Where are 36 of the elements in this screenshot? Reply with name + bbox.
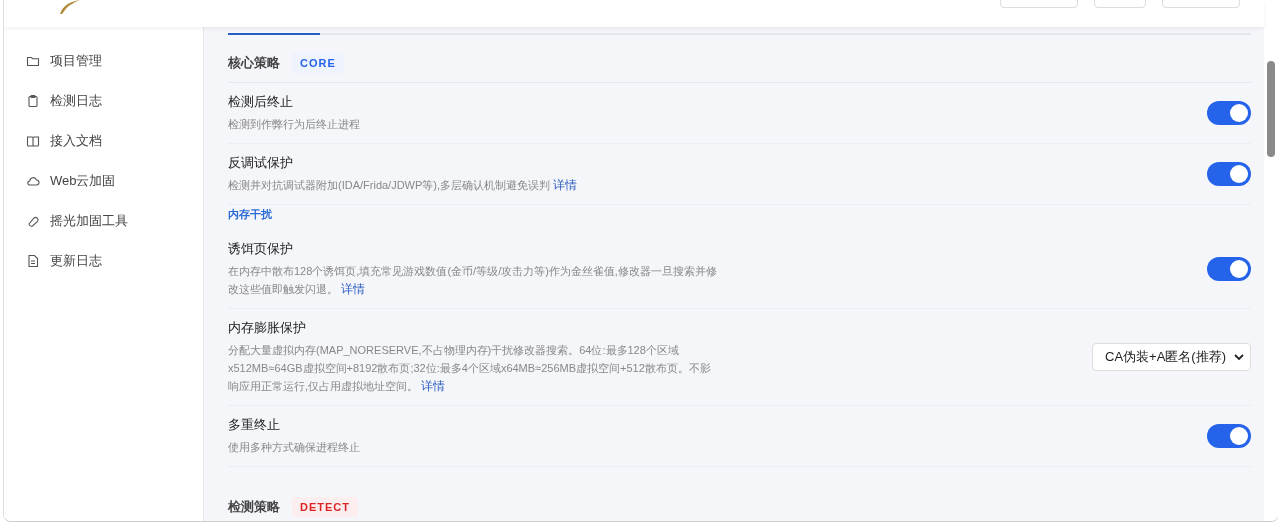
clipboard-icon (26, 94, 40, 108)
section-title: 检测策略 (228, 498, 280, 516)
setting-description: 检测到作弊行为后终止进程 (228, 117, 360, 132)
sidebar-item[interactable]: 摇光加固工具 (4, 201, 203, 241)
toggle-switch[interactable] (1207, 424, 1251, 448)
setting-description: 使用多种方式确保进程终止 (228, 440, 360, 455)
details-link[interactable]: 详情 (341, 282, 366, 296)
details-link[interactable]: 详情 (421, 379, 446, 393)
toggle-switch[interactable] (1207, 101, 1251, 125)
toggle-switch[interactable] (1207, 162, 1251, 186)
sidebar-item[interactable]: Web云加固 (4, 161, 203, 201)
setting-description: 分配大量虚拟内存(MAP_NORESERVE,不占物理内存)干扰修改器搜索。64位:最多128个区域x512MB≈64GB虚拟空间+8192散布页;32位:最多4个区域x64MB≈256MB虚拟空间+512散布页。不影响应用正常运行,仅占用虚拟地址空间。 详情 (228, 343, 712, 395)
section-tag: CORE (292, 52, 344, 73)
setting-title: 诱饵页保护 (228, 240, 294, 258)
toggle-switch[interactable] (1207, 257, 1251, 281)
setting-title: 多重终止 (228, 416, 281, 434)
setting-title: 检测后终止 (228, 93, 294, 111)
details-link[interactable]: 详情 (553, 178, 578, 192)
document-icon (26, 254, 40, 268)
sidebar-item[interactable]: 更新日志 (4, 241, 203, 281)
setting-title: 反调试保护 (228, 154, 294, 172)
chevron-down-icon (1234, 354, 1244, 360)
sidebar-item[interactable]: 接入文档 (4, 121, 203, 161)
folder-icon (26, 54, 40, 68)
dropdown-select[interactable]: CA伪装+A匿名(推荐) (1092, 343, 1251, 371)
section-tag: DETECT (292, 497, 358, 517)
setting-title: 内存膨胀保护 (228, 319, 307, 337)
sidebar-item[interactable]: 项目管理 (4, 41, 203, 81)
setting-description: 检测并对抗调试器附加(IDA/Frida/JDWP等),多层确认机制避免误判 详情 (228, 177, 578, 194)
book-icon (26, 134, 40, 148)
link-icon (26, 214, 40, 228)
subsection-label: 内存干扰 (228, 204, 1251, 230)
sidebar-item[interactable]: 检测日志 (4, 81, 203, 121)
setting-description: 在内存中散布128个诱饵页,填充常见游戏数值(金币/等级/攻击力等)作为金丝雀值,修改器一旦搜索并修改这些值即触发闪退。 详情 (228, 264, 718, 298)
section-title: 核心策略 (228, 53, 280, 72)
cloud-icon (26, 174, 40, 188)
